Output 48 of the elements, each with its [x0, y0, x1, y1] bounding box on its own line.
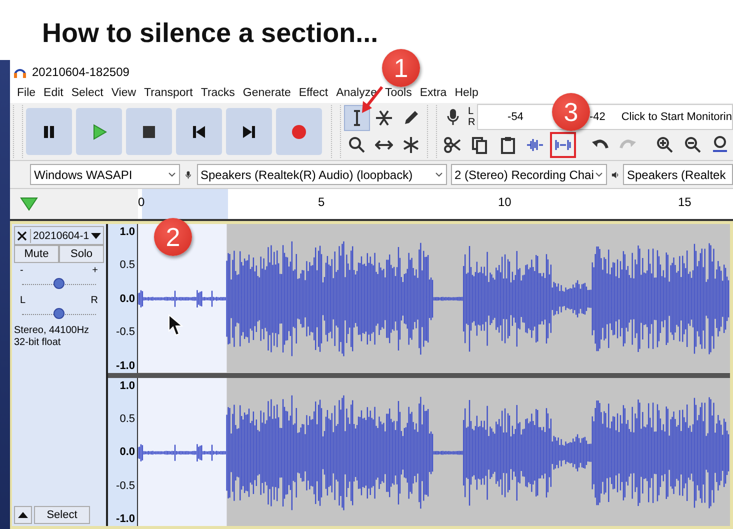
menu-item[interactable]: Help — [452, 87, 484, 99]
host-dropdown[interactable]: Windows WASAPI — [30, 164, 180, 185]
menu-item[interactable]: Tracks — [198, 87, 240, 99]
scale-label: 1.0 — [120, 226, 135, 238]
window-title: 20210604-182509 — [32, 64, 130, 78]
input-device-dropdown[interactable]: Speakers (Realtek(R) Audio) (loopback) — [196, 164, 446, 185]
track-info: 32-bit float — [14, 337, 62, 349]
select-button[interactable]: Select — [34, 506, 90, 524]
menu-item[interactable]: Edit — [40, 87, 68, 99]
scale-label: -1.0 — [116, 513, 135, 525]
menu-item[interactable]: View — [108, 87, 142, 99]
tutorial-heading: How to silence a section... — [41, 17, 380, 50]
slider-label: - — [20, 265, 24, 276]
ruler-tick-label: 10 — [498, 195, 512, 209]
step-number-badge: 1 — [382, 49, 420, 87]
menu-item[interactable]: Select — [68, 87, 108, 99]
channel-label: L — [468, 106, 475, 117]
scale-label: 0.5 — [120, 412, 135, 425]
timeline-ruler[interactable]: 0 5 10 15 — [138, 189, 733, 219]
menu-item[interactable]: File — [14, 87, 41, 99]
output-device-dropdown[interactable]: Speakers (Realtek — [623, 164, 733, 185]
channel-label: R — [468, 117, 476, 128]
ruler-tick-label: 0 — [138, 195, 145, 209]
ruler-tick-label: 15 — [678, 195, 692, 209]
menu-item[interactable]: Tools — [382, 87, 417, 99]
menu-item[interactable]: Transport — [141, 87, 198, 99]
channels-dropdown[interactable]: 2 (Stereo) Recording Chai — [450, 164, 606, 185]
scale-label: -0.5 — [116, 480, 135, 492]
meter-prompt: Click to Start Monitorin — [621, 111, 732, 123]
slider-label: + — [92, 265, 98, 276]
menu-item[interactable]: Generate — [240, 87, 296, 99]
menu-item[interactable]: Extra — [416, 87, 452, 99]
scale-label: 0.0 — [120, 446, 135, 458]
scale-label: -1.0 — [116, 360, 135, 372]
scale-label: 0.0 — [120, 292, 135, 305]
solo-button[interactable]: Solo — [59, 245, 104, 263]
slider-label: L — [20, 295, 26, 306]
scale-label: -0.5 — [116, 326, 135, 338]
menu-item[interactable]: Analyze — [333, 87, 382, 99]
scale-label: 1.0 — [120, 380, 135, 392]
menu-item[interactable]: Effect — [296, 87, 334, 99]
meter-tick-label: -42 — [589, 111, 606, 123]
track-info: Stereo, 44100Hz — [14, 325, 90, 337]
ruler-tick-label: 5 — [318, 195, 325, 209]
meter-tick-label: -54 — [508, 111, 524, 123]
slider-label: R — [90, 295, 98, 306]
mute-button[interactable]: Mute — [14, 245, 59, 263]
scale-label: 0.5 — [120, 259, 135, 272]
